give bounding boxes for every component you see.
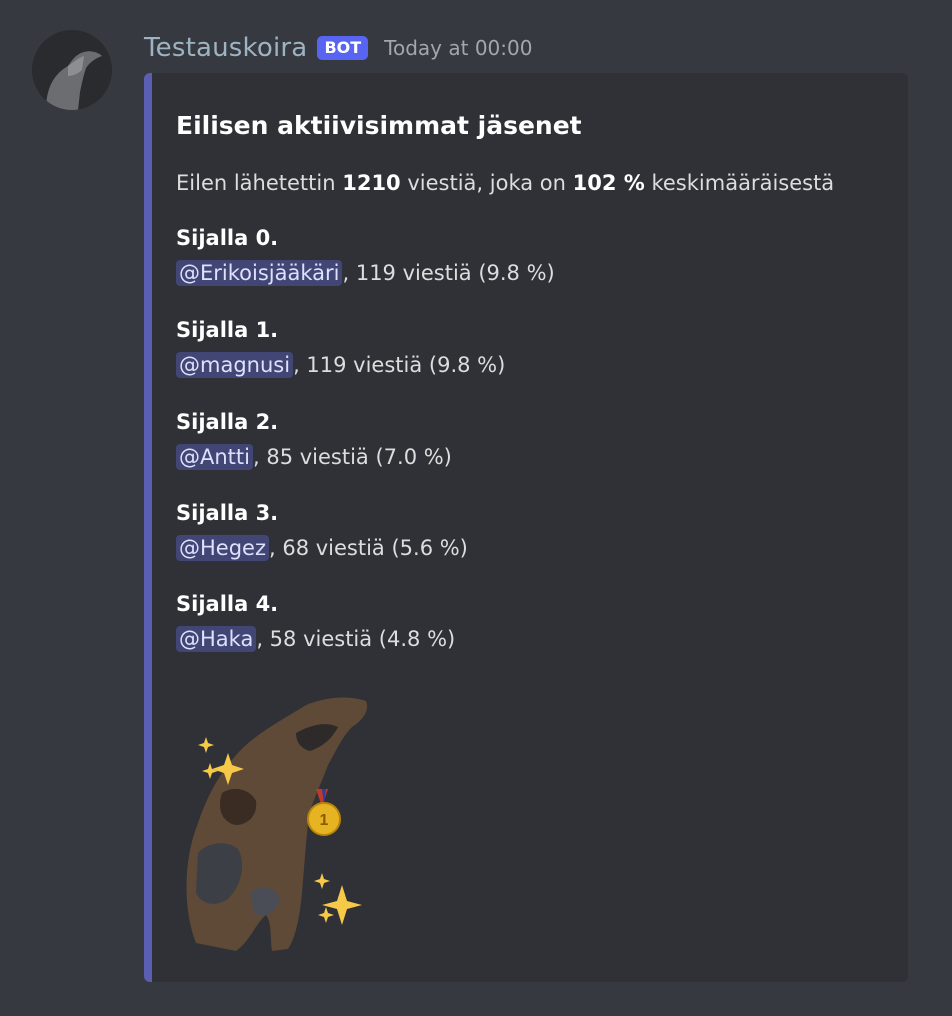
field-stats: , 58 viestiä (4.8 %) — [256, 627, 456, 651]
rank-field-4: Sijalla 4. @Haka, 58 viestiä (4.8 %) — [176, 587, 455, 657]
embed-description: Eilen lähetettin 1210 viestiä, joka on 1… — [176, 171, 834, 195]
field-name: Sijalla 3. — [176, 501, 279, 525]
author-avatar[interactable] — [32, 30, 112, 110]
author-name[interactable]: Testauskoira — [144, 33, 307, 63]
field-name: Sijalla 1. — [176, 318, 279, 342]
field-name: Sijalla 2. — [176, 410, 279, 434]
desc-count: 1210 — [342, 171, 401, 195]
rank-field-3: Sijalla 3. @Hegez, 68 viestiä (5.6 %) — [176, 496, 468, 566]
desc-percent: 102 % — [572, 171, 645, 195]
field-value: @Haka, 58 viestiä (4.8 %) — [176, 621, 455, 657]
field-value: @Erikoisjääkäri, 119 viestiä (9.8 %) — [176, 255, 555, 291]
desc-suffix: keskimääräisestä — [644, 171, 835, 195]
user-mention[interactable]: @magnusi — [176, 352, 294, 378]
rank-field-0: Sijalla 0. @Erikoisjääkäri, 119 viestiä … — [176, 221, 555, 291]
embed-card: Eilisen aktiivisimmat jäsenet Eilen lähe… — [144, 73, 908, 982]
user-mention[interactable]: @Antti — [176, 444, 253, 470]
rank-field-2: Sijalla 2. @Antti, 85 viestiä (7.0 %) — [176, 405, 452, 475]
field-name: Sijalla 0. — [176, 226, 279, 250]
field-value: @Antti, 85 viestiä (7.0 %) — [176, 439, 452, 475]
field-stats: , 68 viestiä (5.6 %) — [268, 536, 468, 560]
dog-with-medal-icon: 1 — [186, 697, 368, 951]
user-mention[interactable]: @Haka — [176, 626, 257, 652]
desc-prefix: Eilen lähetettin — [176, 171, 343, 195]
field-stats: , 119 viestiä (9.8 %) — [293, 353, 506, 377]
field-stats: , 119 viestiä (9.8 %) — [342, 261, 555, 285]
message-timestamp[interactable]: Today at 00:00 — [384, 36, 532, 60]
field-name: Sijalla 4. — [176, 592, 279, 616]
field-stats: , 85 viestiä (7.0 %) — [252, 445, 452, 469]
message-header: Testauskoira BOT Today at 00:00 — [144, 30, 532, 66]
dog-avatar-icon — [32, 30, 112, 110]
field-value: @Hegez, 68 viestiä (5.6 %) — [176, 530, 468, 566]
rank-field-1: Sijalla 1. @magnusi, 119 viestiä (9.8 %) — [176, 313, 505, 383]
embed-image[interactable]: 1 — [176, 693, 376, 963]
field-value: @magnusi, 119 viestiä (9.8 %) — [176, 347, 505, 383]
svg-text:1: 1 — [320, 812, 329, 829]
user-mention[interactable]: @Erikoisjääkäri — [176, 260, 343, 286]
desc-middle: viestiä, joka on — [400, 171, 573, 195]
user-mention[interactable]: @Hegez — [176, 535, 269, 561]
embed-title: Eilisen aktiivisimmat jäsenet — [176, 111, 582, 140]
bot-badge: BOT — [317, 36, 369, 60]
